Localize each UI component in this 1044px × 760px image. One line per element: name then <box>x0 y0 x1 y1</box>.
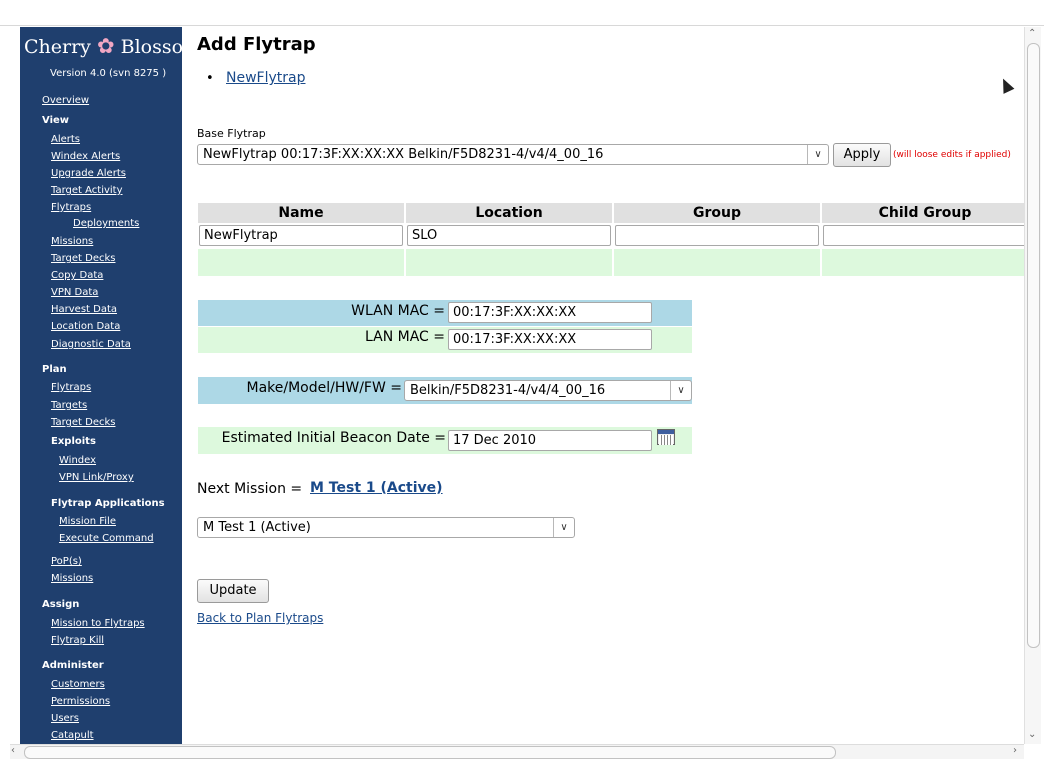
sidebar-item-location-data[interactable]: Location Data <box>51 321 120 332</box>
sidebar-item-target-activity[interactable]: Target Activity <box>51 185 123 196</box>
scroll-down-icon[interactable]: ⌄ <box>1028 729 1036 740</box>
column-header-child-group: Child Group <box>822 203 1024 223</box>
app-logo: Cherry ✿ Blossom <box>24 34 182 58</box>
sidebar: Cherry ✿ Blossom Version 4.0 (svn 8275 )… <box>20 27 182 744</box>
sidebar-item-windex-alerts[interactable]: Windex Alerts <box>51 151 120 162</box>
lan-mac-input[interactable]: 00:17:3F:XX:XX:XX <box>448 329 652 350</box>
main-content: Add Flytrap • NewFlytrap Base Flytrap Ne… <box>182 27 1024 744</box>
vertical-scroll-thumb[interactable] <box>1027 43 1040 648</box>
sidebar-item-customers[interactable]: Customers <box>51 679 105 690</box>
page-title: Add Flytrap <box>197 34 316 55</box>
vertical-scrollbar[interactable]: ⌃ ⌄ <box>1024 27 1041 744</box>
base-flytrap-label: Base Flytrap <box>197 127 266 140</box>
scroll-up-icon[interactable]: ⌃ <box>1028 28 1036 39</box>
sidebar-item-users[interactable]: Users <box>51 713 79 724</box>
sidebar-item-overview[interactable]: Overview <box>42 95 89 106</box>
sidebar-header-flytrap-applications: Flytrap Applications <box>51 498 165 509</box>
child-group-input[interactable] <box>823 225 1024 246</box>
logo-text-right: Blossom <box>120 36 182 58</box>
sidebar-header-view: View <box>42 115 70 126</box>
next-mission-label: Next Mission = <box>197 481 303 497</box>
column-header-location: Location <box>406 203 612 223</box>
sidebar-item-flytraps[interactable]: Flytraps <box>51 202 91 213</box>
table-spacer-cell <box>198 249 404 276</box>
mission-select[interactable]: M Test 1 (Active) ∨ <box>197 517 575 538</box>
column-header-group: Group <box>614 203 820 223</box>
apply-button[interactable]: Apply <box>833 143 891 167</box>
sidebar-item-execute-command[interactable]: Execute Command <box>59 533 154 544</box>
calendar-icon[interactable] <box>657 429 675 445</box>
table-spacer-cell <box>822 249 1024 276</box>
apply-warning: (will loose edits if applied) <box>893 150 1011 160</box>
column-header-name: Name <box>198 203 404 223</box>
table-spacer-cell <box>406 249 612 276</box>
sidebar-item-catapult[interactable]: Catapult <box>51 730 94 741</box>
name-input[interactable]: NewFlytrap <box>199 225 403 246</box>
sidebar-header-plan: Plan <box>42 364 67 375</box>
make-model-value: Belkin/F5D8231-4/v4/4_00_16 <box>410 383 606 398</box>
newflytrap-link[interactable]: NewFlytrap <box>226 70 305 86</box>
group-input[interactable] <box>615 225 819 246</box>
beacon-date-label: Estimated Initial Beacon Date = <box>221 430 446 446</box>
sidebar-item-plan-flytraps[interactable]: Flytraps <box>51 382 91 393</box>
window-top-border <box>0 25 1044 26</box>
base-flytrap-select[interactable]: NewFlytrap 00:17:3F:XX:XX:XX Belkin/F5D8… <box>197 144 829 165</box>
cherry-blossom-icon: ✿ <box>96 34 115 58</box>
sidebar-item-plan-targets[interactable]: Targets <box>51 400 87 411</box>
sidebar-item-permissions[interactable]: Permissions <box>51 696 110 707</box>
scroll-right-icon[interactable]: › <box>1013 745 1017 756</box>
table-spacer-cell <box>614 249 820 276</box>
sidebar-item-alerts[interactable]: Alerts <box>51 134 80 145</box>
bullet-dot: • <box>206 71 214 86</box>
sidebar-header-exploits: Exploits <box>51 436 96 447</box>
horizontal-scrollbar[interactable]: ‹ › <box>10 744 1024 759</box>
make-model-select[interactable]: Belkin/F5D8231-4/v4/4_00_16 ∨ <box>404 380 692 401</box>
sidebar-item-pops[interactable]: PoP(s) <box>51 556 82 567</box>
sidebar-item-diagnostic-data[interactable]: Diagnostic Data <box>51 339 131 350</box>
wlan-mac-input[interactable]: 00:17:3F:XX:XX:XX <box>448 302 652 323</box>
logo-text-left: Cherry <box>24 36 91 58</box>
sidebar-header-administer: Administer <box>42 660 104 671</box>
next-mission-link[interactable]: M Test 1 (Active) <box>310 480 443 496</box>
sidebar-item-copy-data[interactable]: Copy Data <box>51 270 103 281</box>
sidebar-item-windex[interactable]: Windex <box>59 455 96 466</box>
version-label: Version 4.0 (svn 8275 ) <box>50 68 167 79</box>
sidebar-item-mission-file[interactable]: Mission File <box>59 516 116 527</box>
window-top-area <box>0 0 1044 26</box>
base-flytrap-value: NewFlytrap 00:17:3F:XX:XX:XX Belkin/F5D8… <box>203 147 604 162</box>
sidebar-header-assign: Assign <box>42 599 80 610</box>
wlan-mac-label: WLAN MAC = <box>351 303 445 319</box>
horizontal-scroll-thumb[interactable] <box>24 746 836 759</box>
chevron-down-icon: ∨ <box>553 518 574 537</box>
location-input[interactable]: SLO <box>407 225 611 246</box>
scroll-left-icon[interactable]: ‹ <box>11 745 15 756</box>
chevron-down-icon: ∨ <box>807 145 828 164</box>
sidebar-item-missions[interactable]: Missions <box>51 236 93 247</box>
sidebar-item-plan-target-decks[interactable]: Target Decks <box>51 417 115 428</box>
sidebar-item-harvest-data[interactable]: Harvest Data <box>51 304 117 315</box>
sidebar-item-plan-missions[interactable]: Missions <box>51 573 93 584</box>
sidebar-item-target-decks[interactable]: Target Decks <box>51 253 115 264</box>
update-button[interactable]: Update <box>197 579 269 603</box>
make-model-label: Make/Model/HW/FW = <box>246 380 402 396</box>
sidebar-item-flytrap-kill[interactable]: Flytrap Kill <box>51 635 104 646</box>
back-to-plan-flytraps-link[interactable]: Back to Plan Flytraps <box>197 611 323 625</box>
sidebar-item-deployments[interactable]: Deployments <box>73 218 139 229</box>
lan-mac-label: LAN MAC = <box>365 329 445 345</box>
chevron-down-icon: ∨ <box>670 381 691 400</box>
sidebar-item-vpn-link-proxy[interactable]: VPN Link/Proxy <box>59 472 134 483</box>
sidebar-item-vpn-data[interactable]: VPN Data <box>51 287 98 298</box>
mission-select-value: M Test 1 (Active) <box>203 520 311 535</box>
sidebar-item-mission-to-flytraps[interactable]: Mission to Flytraps <box>51 618 145 629</box>
sidebar-item-upgrade-alerts[interactable]: Upgrade Alerts <box>51 168 126 179</box>
beacon-date-input[interactable]: 17 Dec 2010 <box>448 430 652 451</box>
